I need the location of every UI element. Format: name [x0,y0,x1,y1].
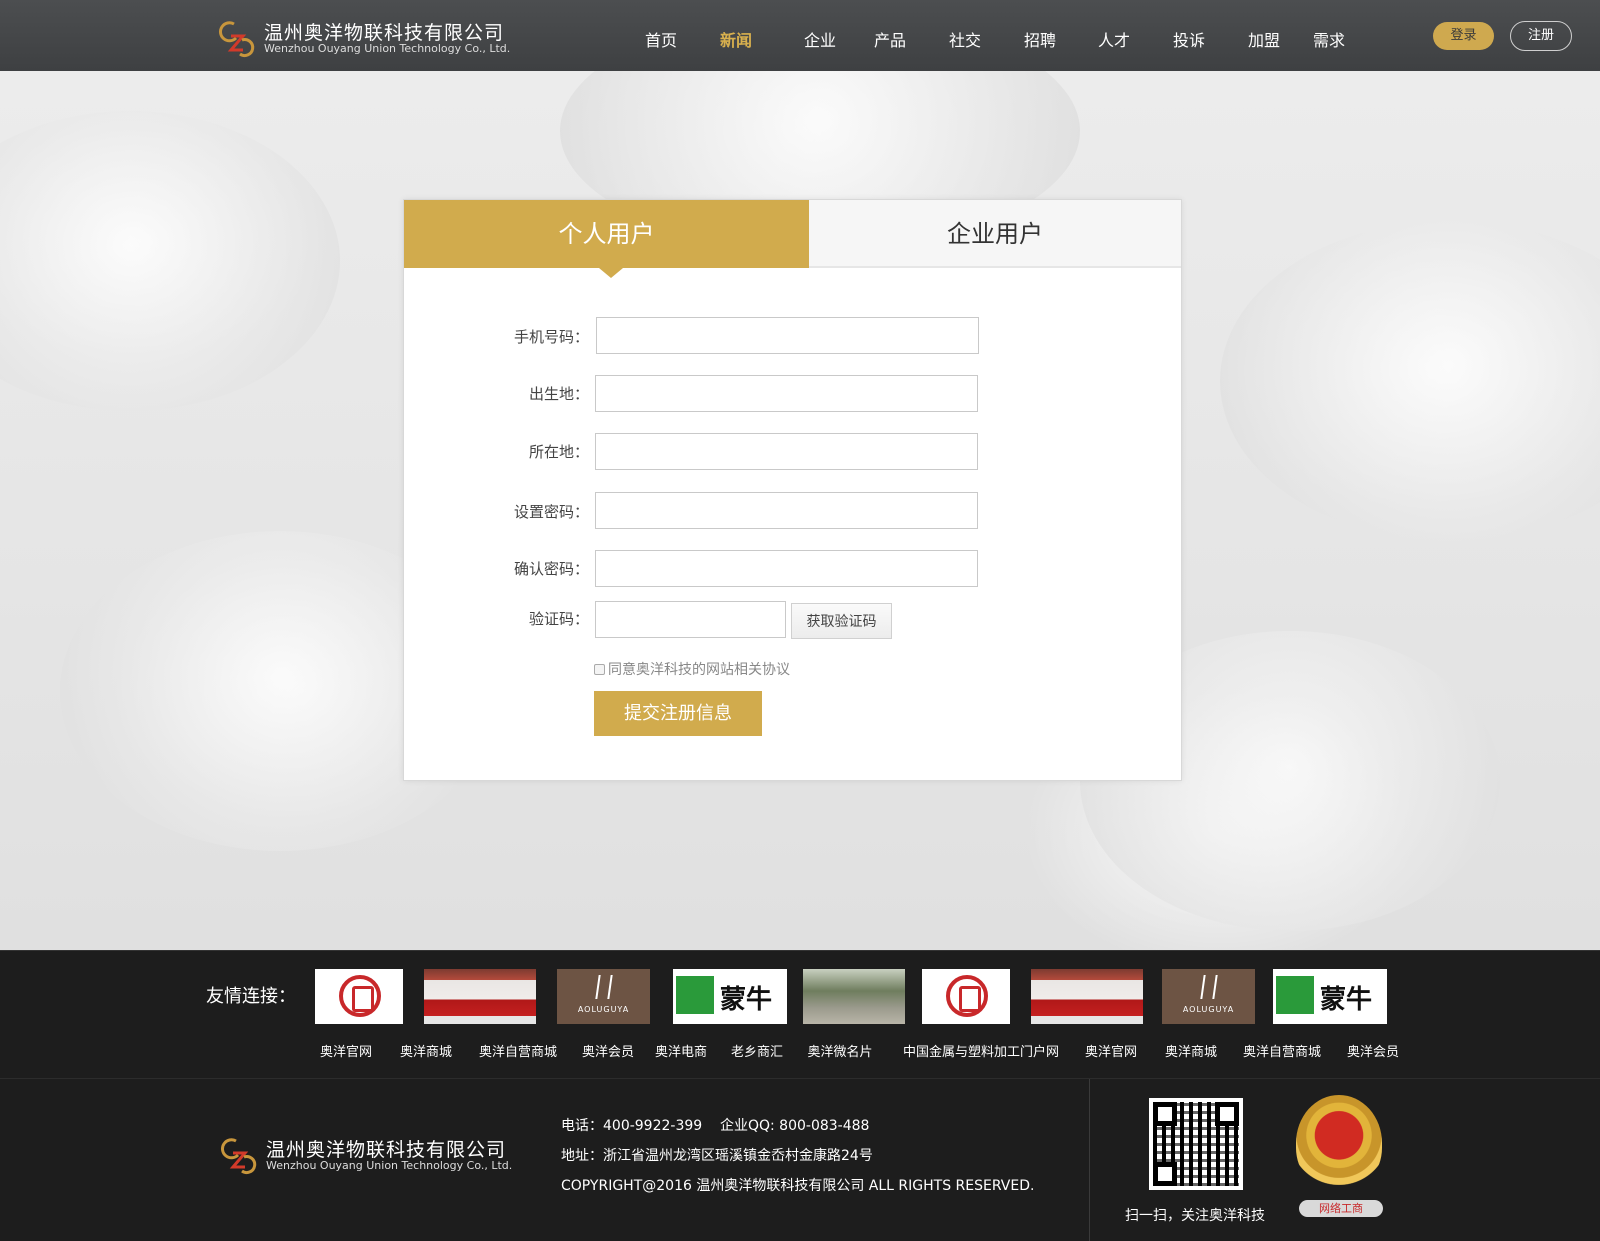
link-ouyang-card[interactable]: 奥洋微名片 [807,1041,872,1060]
aoluguya-mark-icon [1200,975,1218,999]
company-logo[interactable]: 温州奥洋物联科技有限公司 Wenzhou Ouyang Union Techno… [214,14,514,60]
link-ouyang-self-mall[interactable]: 奥洋自营商城 [479,1041,557,1060]
nav-item-enterprise[interactable]: 企业 [804,27,836,51]
page-footer: 温州奥洋物联科技有限公司 Wenzhou Ouyang Union Techno… [0,1078,1600,1241]
friend-links-title: 友情连接： [206,986,296,1007]
qr-caption: 扫一扫，关注奥洋科技 [1125,1208,1265,1224]
verify-code-label: 验证码： [528,610,589,628]
umbrella-shape [0,111,340,411]
link-ouyang-official[interactable]: 奥洋官网 [320,1041,372,1060]
business-badge-label[interactable]: 网络工商 [1299,1200,1383,1217]
umbrella-background: 个人用户 企业用户 手机号码： 出生地： 所在地： 设置密码： 确认密码： 验证… [0,71,1600,950]
footer-company-name-cn: 温州奥洋物联科技有限公司 [266,1139,507,1161]
mengniu-logo[interactable]: 蒙牛 [1273,969,1387,1024]
mengniu-text: 蒙牛 [1320,985,1373,1015]
birthplace-input[interactable] [595,375,978,412]
link-ouyang-self-mall[interactable]: 奥洋自营商城 [1243,1041,1321,1060]
nav-item-recruit[interactable]: 招聘 [1024,27,1056,51]
link-ouyang-member[interactable]: 奥洋会员 [1347,1041,1399,1060]
nav-item-demand[interactable]: 需求 [1313,27,1345,51]
footer-phone: 电话：400-9922-399 企业QQ: 800-083-488 [561,1118,870,1134]
company-name-en: Wenzhou Ouyang Union Technology Co., Ltd… [264,42,511,55]
nav-item-complaint[interactable]: 投诉 [1173,27,1205,51]
link-ouyang-member[interactable]: 奥洋会员 [582,1041,634,1060]
qr-corner [1215,1102,1239,1126]
national-emblem-icon [1296,1095,1382,1191]
confirm-password-input[interactable] [595,550,978,587]
confirm-password-label: 确认密码： [513,560,589,578]
nav-item-products[interactable]: 产品 [874,27,906,51]
nav-item-home[interactable]: 首页 [645,27,677,51]
friend-links: 友情连接： AOLUGUYA 蒙牛 AOLUGUYA 蒙牛 奥洋官网 奥洋商城 … [0,950,1600,1078]
qr-code [1149,1098,1243,1190]
mengniu-mark-icon [676,976,714,1014]
agreement-row: 同意奥洋科技的网站相关协议 [594,659,790,679]
company-name-cn: 温州奥洋物联科技有限公司 [264,22,505,44]
aoluguya-text: AOLUGUYA [1182,1005,1235,1014]
password-label: 设置密码： [513,503,589,521]
phone-input[interactable] [596,317,979,354]
link-laoxiang[interactable]: 老乡商汇 [731,1041,783,1060]
umbrella-shape [1220,221,1600,541]
top-header: 温州奥洋物联科技有限公司 Wenzhou Ouyang Union Techno… [0,0,1600,71]
qr-corner [1153,1162,1177,1186]
link-ouyang-mall[interactable]: 奥洋商城 [400,1041,452,1060]
nav-item-social[interactable]: 社交 [949,27,981,51]
aoluguya-logo[interactable]: AOLUGUYA [557,969,650,1024]
mengniu-text: 蒙牛 [720,985,773,1015]
company-logo-mark-icon [220,1138,257,1175]
link-metal-plastic-portal[interactable]: 中国金属与塑料加工门户网 [903,1041,1059,1060]
business-badge[interactable] [1296,1095,1382,1191]
nav-item-news[interactable]: 新闻 [720,27,752,51]
tab-company-user[interactable]: 企业用户 [809,200,1181,268]
footer-company-name-en: Wenzhou Ouyang Union Technology Co., Ltd… [266,1159,513,1172]
link-ouyang-ecommerce[interactable]: 奥洋电商 [655,1041,707,1060]
aoluguya-text: AOLUGUYA [577,1005,630,1014]
login-button[interactable]: 登录 [1433,22,1494,50]
aoluguya-logo[interactable]: AOLUGUYA [1162,969,1255,1024]
phone-label: 手机号码： [513,328,589,346]
get-code-button[interactable]: 获取验证码 [791,603,892,639]
red-seal-icon [946,975,988,1017]
register-card: 个人用户 企业用户 手机号码： 出生地： 所在地： 设置密码： 确认密码： 验证… [403,199,1182,781]
mengniu-logo[interactable]: 蒙牛 [673,969,787,1024]
agreement-text[interactable]: 同意奥洋科技的网站相关协议 [608,662,790,678]
active-tab-arrow [599,268,623,278]
banner-photo[interactable] [424,969,536,1024]
red-seal-icon [339,975,381,1017]
gate-photo[interactable] [803,969,905,1024]
agreement-checkbox[interactable] [594,664,605,675]
mengniu-mark-icon [1276,976,1314,1014]
hongri-logo[interactable] [922,969,1010,1024]
location-label: 所在地： [528,443,589,461]
birthplace-label: 出生地： [528,385,589,403]
qr-corner [1153,1102,1177,1126]
footer-logo[interactable]: 温州奥洋物联科技有限公司 Wenzhou Ouyang Union Techno… [216,1131,516,1177]
footer-divider [1089,1079,1090,1241]
verify-code-input[interactable] [595,601,786,638]
password-input[interactable] [595,492,978,529]
tab-personal-user[interactable]: 个人用户 [404,200,809,268]
link-ouyang-mall[interactable]: 奥洋商城 [1165,1041,1217,1060]
footer-copyright: COPYRIGHT@2016 温州奥洋物联科技有限公司 ALL RIGHTS R… [561,1178,1035,1194]
nav-item-talent[interactable]: 人才 [1098,27,1130,51]
footer-address: 地址：浙江省温州龙湾区瑶溪镇金岙村金康路24号 [561,1148,873,1164]
register-button[interactable]: 注册 [1510,21,1572,51]
company-logo-mark-icon [218,21,255,58]
location-input[interactable] [595,433,978,470]
banner-photo[interactable] [1031,969,1143,1024]
aoluguya-mark-icon [595,975,613,999]
submit-register-button[interactable]: 提交注册信息 [594,691,762,736]
link-ouyang-official[interactable]: 奥洋官网 [1085,1041,1137,1060]
hongri-logo[interactable] [315,969,403,1024]
nav-item-join[interactable]: 加盟 [1248,27,1280,51]
